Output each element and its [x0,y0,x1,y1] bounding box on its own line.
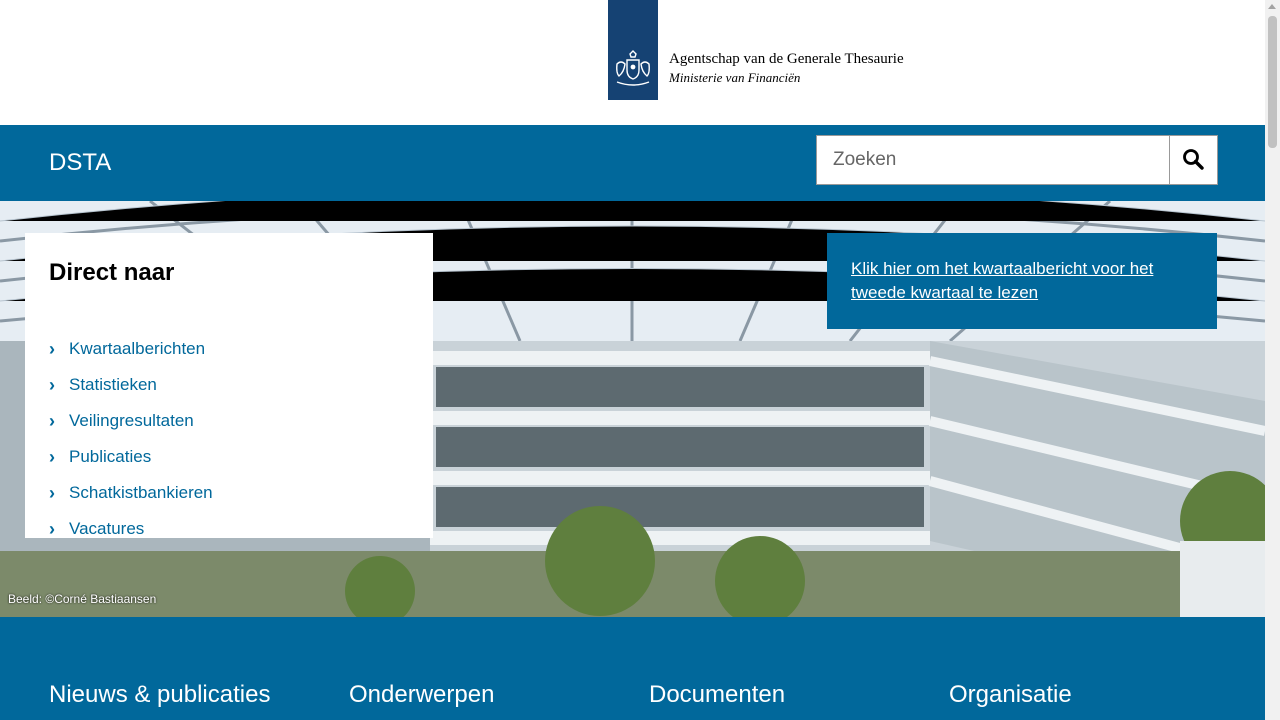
list-item: › Kwartaalberichten [49,339,213,375]
chevron-right-icon: › [49,447,55,467]
link-veilingresultaten[interactable]: Veilingresultaten [69,411,194,431]
direct-naar-title: Direct naar [49,259,175,286]
link-vacatures[interactable]: Vacatures [69,519,144,539]
chevron-right-icon: › [49,519,55,539]
site-name[interactable]: DSTA [49,149,111,177]
chevron-right-icon: › [49,375,55,395]
dutch-coat-of-arms-icon [616,50,650,86]
promo-link[interactable]: Klik hier om het kwartaalbericht voor he… [851,259,1153,302]
list-item: › Veilingresultaten [49,411,213,447]
search-form [816,135,1218,185]
scrollbar-thumb[interactable] [1268,16,1277,148]
logo-line-1: Agentschap van de Generale Thesaurie [669,51,904,67]
search-input[interactable] [817,136,1169,184]
list-item: › Vacatures [49,519,213,555]
direct-naar-panel: Direct naar › Kwartaalberichten › Statis… [25,233,433,539]
scroll-up-arrow-icon[interactable] [1268,4,1276,9]
promo-box: Klik hier om het kwartaalbericht voor he… [827,233,1217,329]
link-statistieken[interactable]: Statistieken [69,375,157,395]
magnifier-icon [1183,149,1204,170]
photo-credit: Beeld: ©Corné Bastiaansen [8,592,157,606]
link-schatkistbankieren[interactable]: Schatkistbankieren [69,483,213,503]
list-item: › Schatkistbankieren [49,483,213,519]
chevron-right-icon: › [49,483,55,503]
list-item: › Publicaties [49,447,213,483]
search-button[interactable] [1169,136,1217,184]
page-scrollbar[interactable] [1265,0,1280,720]
section-heading-documenten[interactable]: Documenten [649,681,785,709]
list-item: › Statistieken [49,375,213,411]
logo-text[interactable]: Agentschap van de Generale Thesaurie Min… [669,50,904,86]
chevron-right-icon: › [49,411,55,431]
hero-banner: Direct naar › Kwartaalberichten › Statis… [0,201,1265,617]
section-heading-onderwerpen[interactable]: Onderwerpen [349,681,494,709]
nav-bar: DSTA [0,125,1265,201]
logo[interactable] [608,0,658,100]
link-publicaties[interactable]: Publicaties [69,447,151,467]
section-heading-organisatie[interactable]: Organisatie [949,681,1072,709]
chevron-right-icon: › [49,339,55,359]
section-heading-nieuws[interactable]: Nieuws & publicaties [49,681,270,709]
logo-line-2: Ministerie van Financiën [669,70,801,85]
sections-area: Nieuws & publicaties Onderwerpen Documen… [0,617,1265,720]
direct-naar-list: › Kwartaalberichten › Statistieken › Vei… [49,339,213,555]
link-kwartaalberichten[interactable]: Kwartaalberichten [69,339,205,359]
top-header: Agentschap van de Generale Thesaurie Min… [0,0,1265,125]
